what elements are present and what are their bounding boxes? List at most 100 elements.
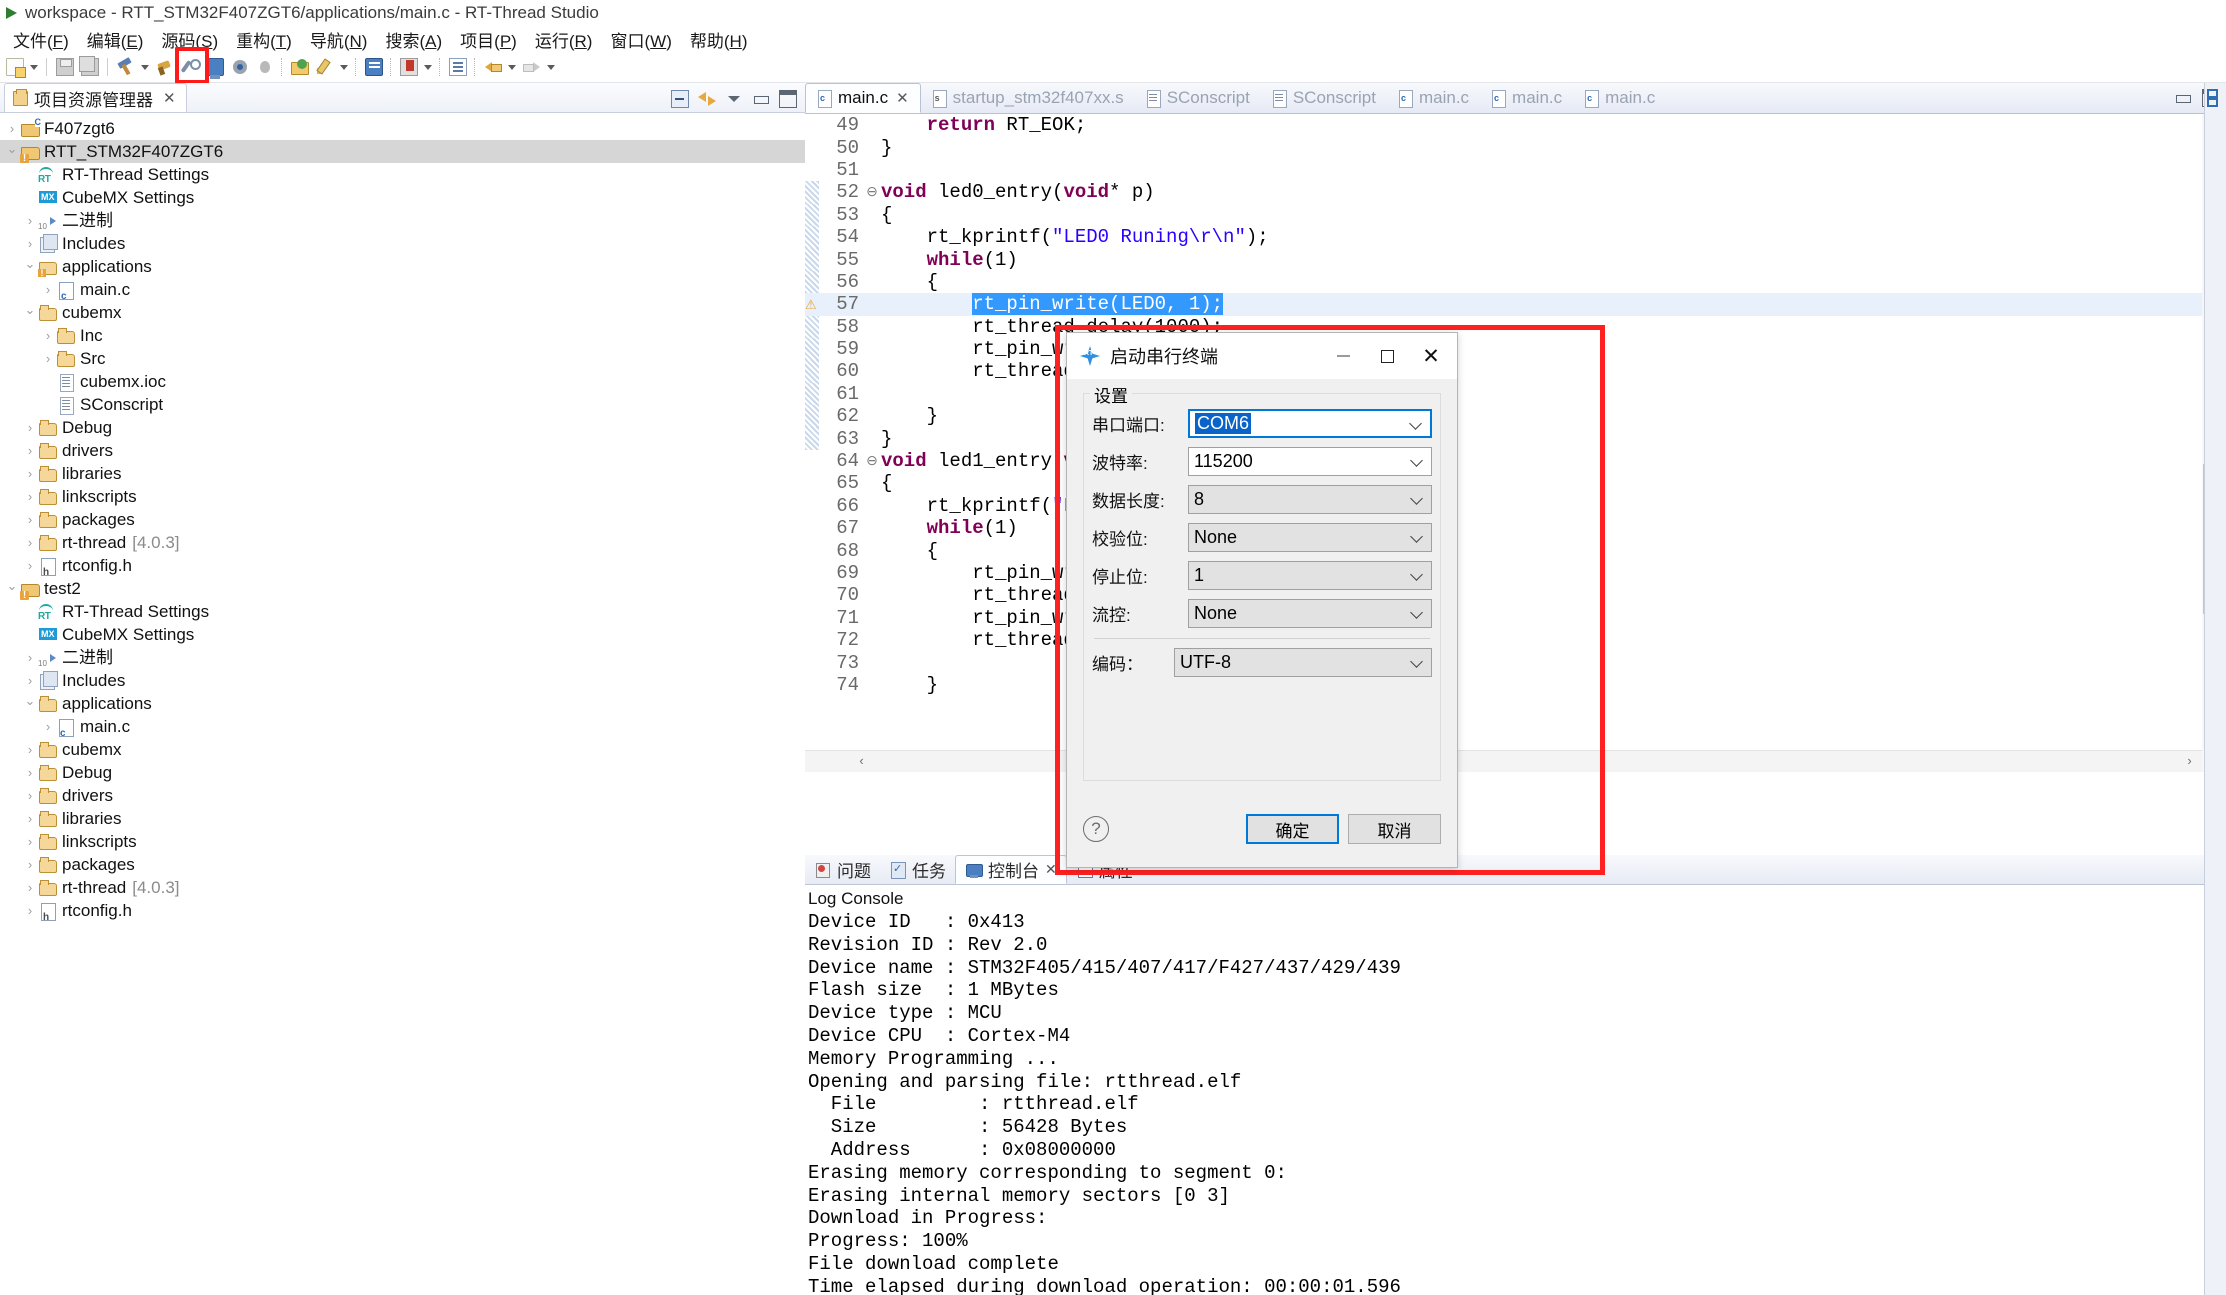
tree-item-21[interactable]: test2 <box>0 577 805 600</box>
menu-item-5[interactable]: 导航(N) <box>301 25 377 54</box>
chevron-right-icon[interactable] <box>40 278 56 301</box>
tree-item-11[interactable]: Src <box>0 347 805 370</box>
editor-tab-4[interactable]: SConscript <box>1261 83 1387 113</box>
new-file-icon[interactable] <box>2 55 27 80</box>
back-dropdown-icon[interactable] <box>505 55 519 80</box>
menu-item-3[interactable]: 源码(S) <box>152 25 227 54</box>
collapse-all-icon[interactable] <box>671 90 689 108</box>
baud-rate-select[interactable]: 115200 <box>1188 447 1432 476</box>
chevron-down-icon[interactable] <box>22 255 38 278</box>
tree-item-9[interactable]: cubemx <box>0 301 805 324</box>
tree-item-1[interactable]: F407zgt6 <box>0 117 805 140</box>
pencil-dropdown-icon[interactable] <box>337 55 351 80</box>
tree-item-34[interactable]: rt-thread [4.0.3] <box>0 876 805 899</box>
link-with-editor-icon[interactable] <box>698 90 716 108</box>
tree-item-32[interactable]: linkscripts <box>0 830 805 853</box>
tree-item-12[interactable]: cubemx.ioc <box>0 370 805 393</box>
menu-item-4[interactable]: 重构(T) <box>227 25 301 54</box>
tree-item-24[interactable]: 二进制 <box>0 646 805 675</box>
tree-item-31[interactable]: libraries <box>0 807 805 830</box>
menu-item-10[interactable]: 帮助(H) <box>681 25 757 54</box>
chevron-down-icon[interactable] <box>22 692 38 715</box>
data-bits-select[interactable]: 8 <box>1188 485 1432 514</box>
editor-tab-6[interactable]: main.c <box>1480 83 1573 113</box>
editor-tab-7[interactable]: main.c <box>1573 83 1666 113</box>
pencil-icon[interactable] <box>312 55 337 80</box>
console-tab-1[interactable]: 问题 <box>805 855 880 884</box>
chevron-right-icon[interactable] <box>22 784 38 807</box>
tree-item-16[interactable]: libraries <box>0 462 805 485</box>
save-all-icon[interactable] <box>77 55 102 80</box>
chevron-right-icon[interactable] <box>22 531 38 554</box>
chevron-right-icon[interactable] <box>22 439 38 462</box>
chevron-right-icon[interactable] <box>22 853 38 876</box>
menu-item-9[interactable]: 窗口(W) <box>601 25 680 54</box>
close-icon[interactable]: ✕ <box>163 89 176 107</box>
tree-item-6[interactable]: Includes <box>0 232 805 255</box>
tree-item-27[interactable]: main.c <box>0 715 805 745</box>
forward-arrow-icon[interactable] <box>519 55 544 80</box>
tree-item-5[interactable]: 二进制 <box>0 209 805 238</box>
editor-tab-1[interactable]: main.c ✕ <box>805 83 921 113</box>
help-button[interactable]: ? <box>1083 816 1109 842</box>
settings-gear-icon[interactable] <box>227 55 252 80</box>
close-icon[interactable]: ✕ <box>896 89 909 107</box>
editor-tab-3[interactable]: SConscript <box>1135 83 1261 113</box>
chevron-right-icon[interactable] <box>22 554 38 577</box>
tree-item-17[interactable]: linkscripts <box>0 485 805 508</box>
chevron-right-icon[interactable] <box>22 830 38 853</box>
editor-tab-2[interactable]: startup_stm32f407xx.s <box>921 83 1135 113</box>
chevron-right-icon[interactable] <box>22 646 38 669</box>
import-icon[interactable] <box>396 55 421 80</box>
cancel-button[interactable]: 取消 <box>1348 814 1441 844</box>
chevron-down-icon[interactable] <box>22 301 38 324</box>
tree-item-35[interactable]: rtconfig.h <box>0 899 805 929</box>
tab-project-explorer[interactable]: 项目资源管理器 ✕ <box>4 83 187 112</box>
tree-item-25[interactable]: Includes <box>0 669 805 692</box>
menu-item-7[interactable]: 项目(P) <box>451 25 526 54</box>
chevron-right-icon[interactable] <box>22 738 38 761</box>
save-icon[interactable] <box>52 55 77 80</box>
flow-control-select[interactable]: None <box>1188 599 1432 628</box>
tree-item-4[interactable]: CubeMX Settings <box>0 186 805 209</box>
close-icon[interactable]: ✕ <box>1409 334 1453 378</box>
tree-item-2[interactable]: RTT_STM32F407ZGT6 <box>0 140 805 163</box>
tree-item-28[interactable]: cubemx <box>0 738 805 761</box>
chevron-right-icon[interactable] <box>40 347 56 370</box>
forward-dropdown-icon[interactable] <box>544 55 558 80</box>
maximize-view-icon[interactable] <box>779 90 797 108</box>
chevron-right-icon[interactable] <box>40 715 56 738</box>
open-folder-icon[interactable] <box>287 55 312 80</box>
stop-bits-select[interactable]: 1 <box>1188 561 1432 590</box>
fold-toggle-icon[interactable]: ⊖ <box>865 184 879 201</box>
console-tab-2[interactable]: 任务 <box>880 855 955 884</box>
chevron-right-icon[interactable] <box>22 899 38 922</box>
tree-item-19[interactable]: rt-thread [4.0.3] <box>0 531 805 554</box>
open-terminal-icon[interactable] <box>202 55 227 80</box>
back-arrow-icon[interactable] <box>480 55 505 80</box>
chevron-down-icon[interactable] <box>4 577 20 600</box>
chevron-right-icon[interactable] <box>22 232 38 255</box>
chevron-right-icon[interactable] <box>4 117 20 140</box>
chevron-right-icon[interactable] <box>22 807 38 830</box>
tree-item-29[interactable]: Debug <box>0 761 805 784</box>
tree-item-30[interactable]: drivers <box>0 784 805 807</box>
encoding-select[interactable]: UTF-8 <box>1174 648 1432 677</box>
chevron-right-icon[interactable] <box>22 485 38 508</box>
console-tab-3[interactable]: 控制台 ✕ <box>955 855 1067 884</box>
tree-item-8[interactable]: main.c <box>0 278 805 308</box>
book-icon[interactable] <box>361 55 386 80</box>
serial-port-select[interactable]: COM6 <box>1188 409 1432 438</box>
chevron-right-icon[interactable] <box>22 209 38 232</box>
view-menu-icon[interactable] <box>725 90 743 108</box>
maximize-icon[interactable] <box>1365 334 1409 378</box>
chevron-down-icon[interactable] <box>4 140 20 163</box>
minimize-view-icon[interactable] <box>752 90 770 108</box>
tree-item-7[interactable]: applications <box>0 255 805 278</box>
outline-view-icon[interactable] <box>2207 89 2225 107</box>
build-dropdown-icon[interactable] <box>138 55 152 80</box>
minimize-icon[interactable] <box>1321 334 1365 378</box>
chevron-right-icon[interactable] <box>22 761 38 784</box>
chevron-right-icon[interactable] <box>22 508 38 531</box>
fold-toggle-icon[interactable]: ⊖ <box>865 453 879 470</box>
